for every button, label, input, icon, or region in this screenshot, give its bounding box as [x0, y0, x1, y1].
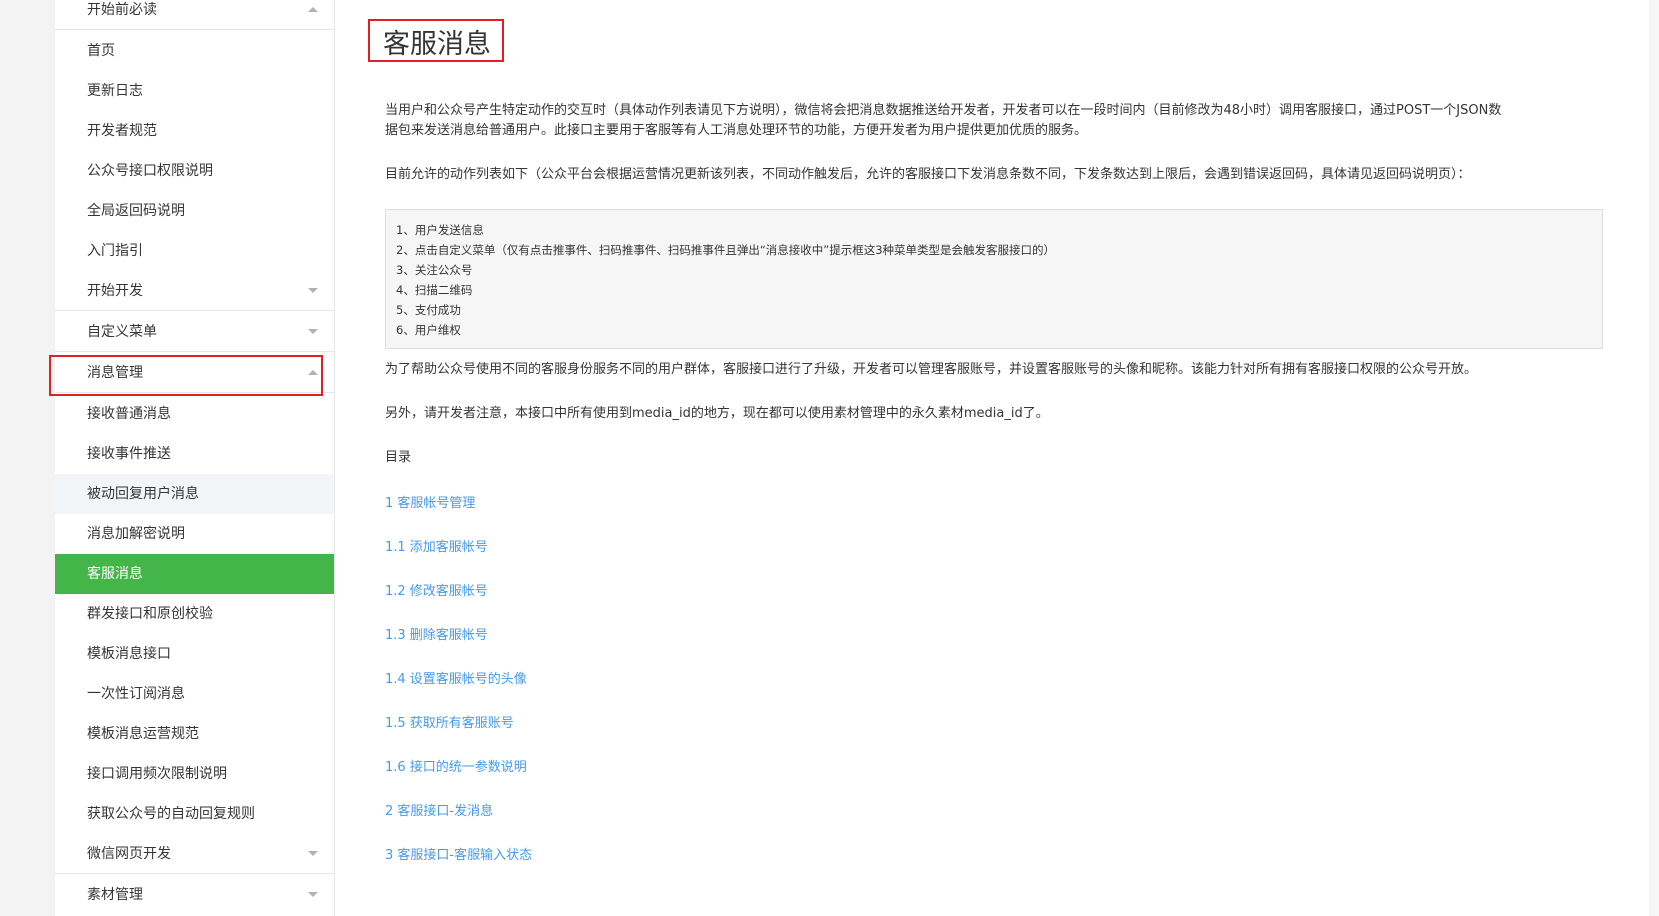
sidebar-item-home[interactable]: 首页: [55, 31, 334, 71]
toc-link-typing-status[interactable]: 3 客服接口-客服输入状态: [385, 844, 532, 863]
sidebar-item-changelog[interactable]: 更新日志: [55, 71, 334, 111]
toc-link-set-avatar[interactable]: 1.4 设置客服帐号的头像: [385, 668, 527, 687]
sidebar-group-custom-menu[interactable]: 自定义菜单: [55, 312, 334, 352]
sidebar-item-label: 微信网页开发: [87, 846, 171, 862]
action-item: 5、支付成功: [396, 303, 461, 317]
toc-link-common-params[interactable]: 1.6 接口的统一参数说明: [385, 756, 527, 775]
sidebar-item-return-codes[interactable]: 全局返回码说明: [55, 191, 334, 231]
intro-line: 据包来发送消息给普通用户。此接口主要用于客服等有人工消息处理环节的功能，方便开发…: [385, 123, 1088, 138]
sidebar-group-start-dev[interactable]: 开始开发: [55, 271, 334, 311]
chevron-down-icon: [308, 329, 318, 334]
sidebar-item-label: 获取公众号的自动回复规则: [87, 806, 255, 822]
sidebar-item-label: 全局返回码说明: [87, 203, 185, 219]
chevron-up-icon: [308, 7, 318, 12]
toc-link-list-accounts[interactable]: 1.5 获取所有客服账号: [385, 712, 514, 731]
action-item: 6、用户维权: [396, 323, 461, 337]
sidebar-group-before-reading[interactable]: 开始前必读: [55, 0, 334, 30]
sidebar-group-web-dev[interactable]: 微信网页开发: [55, 834, 334, 874]
sidebar-item-one-time-subscribe[interactable]: 一次性订阅消息: [55, 674, 334, 714]
sidebar-item-label: 开始开发: [87, 283, 143, 299]
sidebar-item-label: 开发者规范: [87, 123, 157, 139]
sidebar-item-label: 接口调用频次限制说明: [87, 766, 227, 782]
sidebar-item-label: 接收事件推送: [87, 446, 171, 462]
sidebar-item-mass-send[interactable]: 群发接口和原创校验: [55, 594, 334, 634]
sidebar-item-dev-guidelines[interactable]: 开发者规范: [55, 111, 334, 151]
allowed-actions-intro: 目前允许的动作列表如下（公众平台会根据运营情况更新该列表，不同动作触发后，允许的…: [385, 167, 1471, 182]
sidebar-item-label: 自定义菜单: [87, 324, 157, 340]
chevron-down-icon: [308, 288, 318, 293]
sidebar-group-message-management[interactable]: 消息管理: [55, 353, 334, 393]
sidebar-item-label: 更新日志: [87, 83, 143, 99]
vertical-scrollbar[interactable]: [1649, 0, 1659, 916]
chevron-up-icon: [308, 370, 318, 375]
action-item: 1、用户发送信息: [396, 223, 484, 237]
main-content: 客服消息 当用户和公众号产生特定动作的交互时（具体动作列表请见下方说明），微信将…: [335, 0, 1659, 916]
sidebar-item-label: 公众号接口权限说明: [87, 163, 213, 179]
sidebar-item-template-rules[interactable]: 模板消息运营规范: [55, 714, 334, 754]
sidebar-item-label: 客服消息: [87, 566, 143, 582]
action-item: 2、点击自定义菜单（仅有点击推事件、扫码推事件、扫码推事件且弹出“消息接收中”提…: [396, 243, 1056, 257]
sidebar-item-label: 一次性订阅消息: [87, 686, 185, 702]
sidebar-item-label: 入门指引: [87, 243, 143, 259]
upgrade-note: 为了帮助公众号使用不同的客服身份服务不同的用户群体，客服接口进行了升级，开发者可…: [385, 362, 1478, 377]
sidebar-item-getting-started[interactable]: 入门指引: [55, 231, 334, 271]
sidebar-group-materials[interactable]: 素材管理: [55, 875, 334, 915]
toc-link-account-management[interactable]: 1 客服帐号管理: [385, 492, 475, 511]
sidebar-item-customer-service[interactable]: 客服消息: [55, 554, 334, 594]
sidebar-item-api-permissions[interactable]: 公众号接口权限说明: [55, 151, 334, 191]
sidebar-item-label: 模板消息接口: [87, 646, 171, 662]
toc-link-add-account[interactable]: 1.1 添加客服帐号: [385, 536, 488, 555]
action-item: 4、扫描二维码: [396, 283, 473, 297]
toc-link-send-message[interactable]: 2 客服接口-发消息: [385, 800, 493, 819]
action-item: 3、关注公众号: [396, 263, 473, 277]
sidebar-item-label: 被动回复用户消息: [87, 486, 199, 502]
sidebar-nav: 开始前必读 首页 更新日志 开发者规范 公众号接口权限说明 全局返回码说明 入门…: [55, 0, 335, 916]
page: 开始前必读 首页 更新日志 开发者规范 公众号接口权限说明 全局返回码说明 入门…: [0, 0, 1659, 916]
intro-line: 当用户和公众号产生特定动作的交互时（具体动作列表请见下方说明），微信将会把消息数…: [385, 103, 1502, 118]
sidebar-item-label: 消息加解密说明: [87, 526, 185, 542]
sidebar-item-label: 开始前必读: [87, 2, 157, 18]
sidebar-item-label: 模板消息运营规范: [87, 726, 199, 742]
sidebar-item-label: 接收普通消息: [87, 406, 171, 422]
sidebar-item-event-push[interactable]: 接收事件推送: [55, 434, 334, 474]
chevron-down-icon: [308, 892, 318, 897]
toc-link-edit-account[interactable]: 1.2 修改客服帐号: [385, 580, 488, 599]
sidebar-item-label: 首页: [87, 43, 115, 59]
sidebar-item-label: 消息管理: [87, 365, 143, 381]
sidebar-item-rate-limits[interactable]: 接口调用频次限制说明: [55, 754, 334, 794]
sidebar-item-auto-reply-rules[interactable]: 获取公众号的自动回复规则: [55, 794, 334, 834]
chevron-down-icon: [308, 851, 318, 856]
actions-code-block: 1、用户发送信息 2、点击自定义菜单（仅有点击推事件、扫码推事件、扫码推事件且弹…: [385, 209, 1603, 349]
intro-paragraph: 当用户和公众号产生特定动作的交互时（具体动作列表请见下方说明），微信将会把消息数…: [385, 101, 1607, 141]
sidebar-item-label: 素材管理: [87, 887, 143, 903]
sidebar-item-receive-messages[interactable]: 接收普通消息: [55, 394, 334, 434]
toc-heading: 目录: [385, 450, 412, 465]
page-title: 客服消息: [383, 29, 491, 60]
sidebar-item-label: 群发接口和原创校验: [87, 606, 213, 622]
media-id-note: 另外，请开发者注意，本接口中所有使用到media_id的地方，现在都可以使用素材…: [385, 406, 1049, 421]
sidebar-item-template-api[interactable]: 模板消息接口: [55, 634, 334, 674]
sidebar-item-passive-reply[interactable]: 被动回复用户消息: [55, 474, 334, 514]
toc-link-delete-account[interactable]: 1.3 删除客服帐号: [385, 624, 488, 643]
sidebar-item-encryption[interactable]: 消息加解密说明: [55, 514, 334, 554]
